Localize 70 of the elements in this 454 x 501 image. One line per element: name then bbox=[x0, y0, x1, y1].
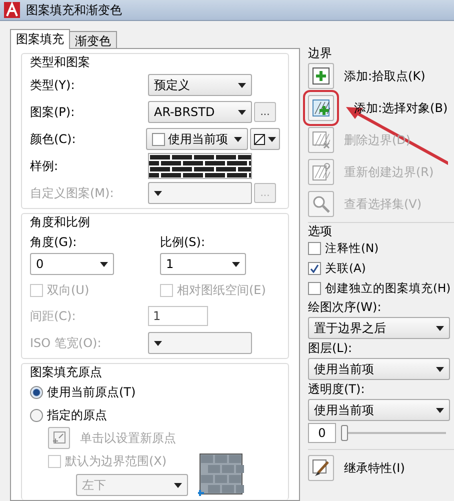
slider-thumb[interactable] bbox=[341, 425, 348, 441]
set-origin-label: 单击以设置新原点 bbox=[80, 430, 176, 446]
app-logo-icon bbox=[4, 2, 20, 18]
hatch-add-icon bbox=[312, 99, 330, 117]
brush-icon bbox=[312, 459, 330, 477]
boundary-button[interactable] bbox=[308, 63, 334, 89]
field-label: 绘图次序(W): bbox=[308, 299, 382, 316]
field-label: 自定义图案(M): bbox=[30, 184, 115, 202]
caret-icon bbox=[154, 190, 162, 196]
set-origin-button[interactable] bbox=[48, 427, 70, 449]
caret-icon bbox=[238, 110, 246, 114]
add-plus-icon bbox=[312, 67, 330, 85]
field-label: 间距(C): bbox=[30, 308, 77, 324]
pen-width-dropdown[interactable] bbox=[148, 332, 252, 354]
search-icon bbox=[312, 195, 330, 213]
hatch-remove-icon bbox=[312, 131, 330, 149]
field-label: 图层(L): bbox=[308, 340, 354, 357]
color-dropdown[interactable]: 使用当前项 bbox=[146, 128, 248, 150]
caret-icon bbox=[232, 262, 240, 266]
dropdown[interactable]: 预定义 bbox=[148, 74, 252, 96]
caret-icon bbox=[154, 340, 162, 346]
radio-option[interactable]: 使用当前原点(T) bbox=[30, 382, 280, 402]
group-title: 图案填充原点 bbox=[30, 364, 103, 381]
caret-icon bbox=[238, 82, 246, 88]
field-label: 角度(G): bbox=[30, 234, 78, 251]
boundary-label: 重新创建边界(R) bbox=[344, 164, 434, 180]
inherit-button[interactable] bbox=[308, 455, 334, 481]
origin-preview-drawing bbox=[198, 452, 244, 496]
field-label: 比例(S): bbox=[160, 234, 206, 251]
window-title: 图案填充和渐变色 bbox=[26, 2, 122, 18]
caret-icon bbox=[436, 326, 444, 330]
boundary-label: 查看选择集(V) bbox=[344, 196, 422, 212]
field-label: 颜色(C): bbox=[30, 130, 77, 148]
dropdown[interactable]: 置于边界之后 bbox=[308, 317, 450, 339]
caret-icon bbox=[234, 136, 242, 142]
no-fill-icon bbox=[254, 134, 266, 144]
group-title: 类型和图案 bbox=[30, 54, 91, 71]
dropdown[interactable]: 使用当前项 bbox=[308, 399, 450, 421]
hatch-preview[interactable] bbox=[148, 153, 252, 179]
dropdown[interactable]: 使用当前项 bbox=[308, 358, 450, 380]
caret-icon bbox=[174, 482, 182, 488]
scale-dropdown[interactable]: 1 bbox=[160, 253, 246, 275]
group-title: 角度和比例 bbox=[30, 214, 91, 231]
group-title: 选项 bbox=[308, 223, 333, 240]
crosshair-icon bbox=[52, 431, 66, 445]
caret-icon bbox=[268, 136, 276, 142]
field-label: ISO 笔宽(O): bbox=[30, 334, 102, 352]
group-title: 边界 bbox=[308, 45, 333, 62]
field-label: 图案(P): bbox=[30, 104, 76, 120]
checkbox[interactable]: 注释性(N) bbox=[308, 238, 454, 258]
tab[interactable]: 图案填充 bbox=[10, 29, 70, 49]
boundary-label: 添加:拾取点(K) bbox=[344, 68, 426, 84]
inherit-label: 继承特性(I) bbox=[344, 460, 405, 476]
field-label: 样例: bbox=[30, 158, 60, 174]
checkbox[interactable]: 创建独立的图案填充(H) bbox=[308, 278, 454, 298]
color-swatch-icon bbox=[152, 132, 165, 146]
field-label: 类型(Y): bbox=[30, 76, 76, 94]
caret-icon bbox=[436, 366, 444, 372]
color-value: 使用当前项 bbox=[168, 130, 228, 148]
hatch-recreate-icon bbox=[312, 163, 330, 181]
caret-icon bbox=[100, 262, 108, 266]
checkbox[interactable]: 关联(A) bbox=[308, 258, 454, 278]
field-label: 透明度(T): bbox=[308, 381, 366, 398]
radio-option[interactable]: 指定的原点 bbox=[30, 405, 280, 425]
caret-icon bbox=[436, 408, 444, 412]
dropdown[interactable]: AR-BRSTD bbox=[148, 101, 252, 123]
browse-button[interactable]: ... bbox=[254, 102, 276, 122]
tab[interactable]: 渐变色 bbox=[69, 31, 117, 49]
angle-dropdown[interactable]: 0 bbox=[30, 253, 114, 275]
transparency-field[interactable]: 0 bbox=[308, 423, 336, 443]
